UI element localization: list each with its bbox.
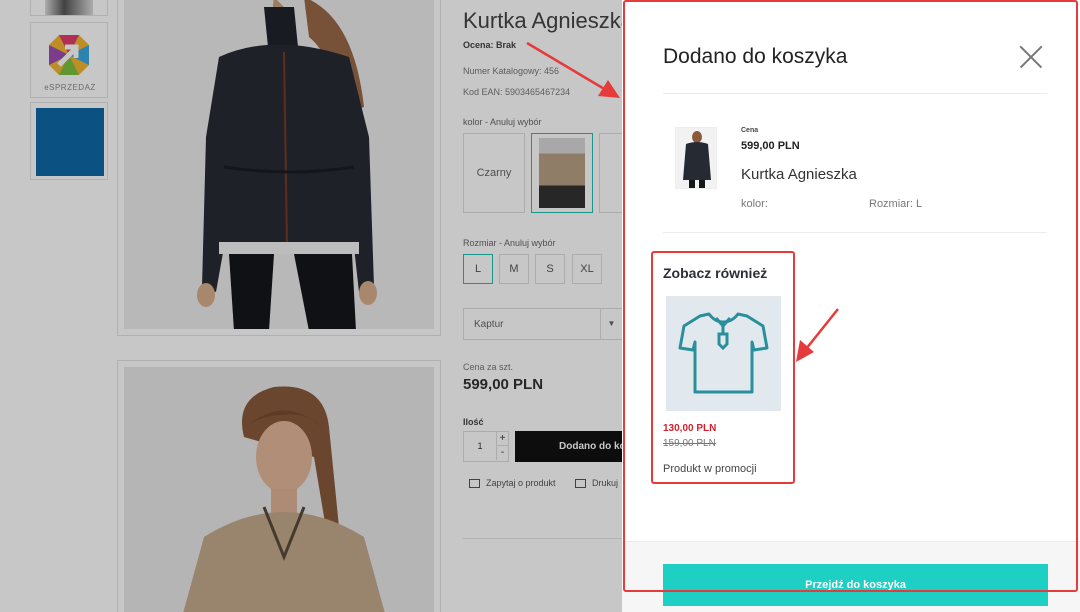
close-icon[interactable] <box>1019 45 1043 69</box>
cart-drawer: Dodano do koszyka Cena 599,00 PLN Kurtka… <box>622 0 1080 612</box>
black-jacket-thumb-icon <box>676 128 716 188</box>
recommended-old-price: 159,00 PLN <box>663 438 716 449</box>
recommended-name[interactable]: Produkt w promocji <box>663 463 757 475</box>
divider <box>663 232 1047 233</box>
item-color-attr: kolor: <box>741 198 768 210</box>
screen: eSPRZEDAŻ Kurtka Agnieszka Ocena: Brak N… <box>0 0 1080 612</box>
tshirt-icon <box>666 296 781 411</box>
item-price: 599,00 PLN <box>741 140 800 152</box>
see-also-title: Zobacz również <box>663 265 768 281</box>
divider <box>663 93 1047 94</box>
see-also-section: Zobacz również 130,00 PLN 159,00 PLN Pro… <box>651 252 795 484</box>
item-name[interactable]: Kurtka Agnieszka <box>741 166 857 183</box>
recommended-price: 130,00 PLN <box>663 423 717 434</box>
drawer-title: Dodano do koszyka <box>663 45 848 68</box>
cart-item-thumbnail <box>675 127 717 189</box>
item-size-attr: Rozmiar: L <box>869 198 923 210</box>
item-price-label: Cena <box>741 127 759 134</box>
drawer-footer: Przejdź do koszyka <box>622 541 1080 612</box>
go-to-cart-button[interactable]: Przejdź do koszyka <box>663 564 1048 606</box>
recommended-product-image[interactable] <box>666 296 781 411</box>
